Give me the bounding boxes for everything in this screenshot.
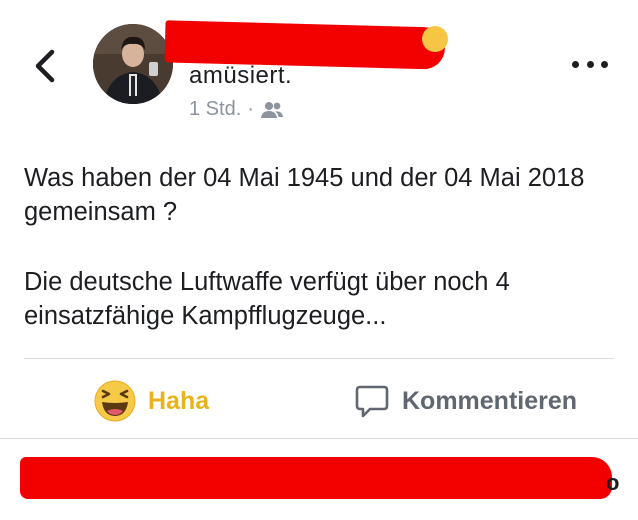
comment-button[interactable]: Kommentieren	[354, 378, 577, 424]
trailing-text-fragment: o	[606, 470, 620, 495]
comment-label: Kommentieren	[402, 386, 578, 415]
comment-bubble-icon	[355, 385, 389, 418]
post-paragraph: Was haben der 04 Mai 1945 und der 04 Mai…	[24, 164, 585, 226]
meta-separator: ·	[247, 98, 254, 120]
haha-label: Haha	[148, 386, 210, 415]
more-options-button[interactable]	[572, 56, 608, 72]
post-meta: 1 Std. ·	[189, 98, 284, 121]
post-body: Was haben der 04 Mai 1945 und der 04 Mai…	[24, 161, 614, 333]
haha-emoji-icon	[94, 380, 136, 422]
avatar[interactable]	[93, 24, 173, 104]
friends-icon[interactable]	[260, 101, 284, 119]
post-paragraph: Die deutsche Luftwaffe verfügt über noch…	[24, 268, 510, 330]
profile-photo	[93, 24, 173, 104]
more-dots-icon	[572, 60, 579, 68]
divider	[24, 358, 614, 359]
chevron-left-icon	[35, 49, 55, 83]
redacted-comment-preview	[20, 457, 612, 499]
haha-reaction-button[interactable]: Haha	[94, 378, 209, 424]
post-feeling-text: amüsiert.	[189, 62, 293, 89]
back-button[interactable]	[30, 48, 60, 84]
post-timestamp[interactable]: 1 Std.	[189, 98, 241, 121]
section-separator	[0, 438, 638, 439]
feeling-emoji-icon	[422, 26, 448, 52]
